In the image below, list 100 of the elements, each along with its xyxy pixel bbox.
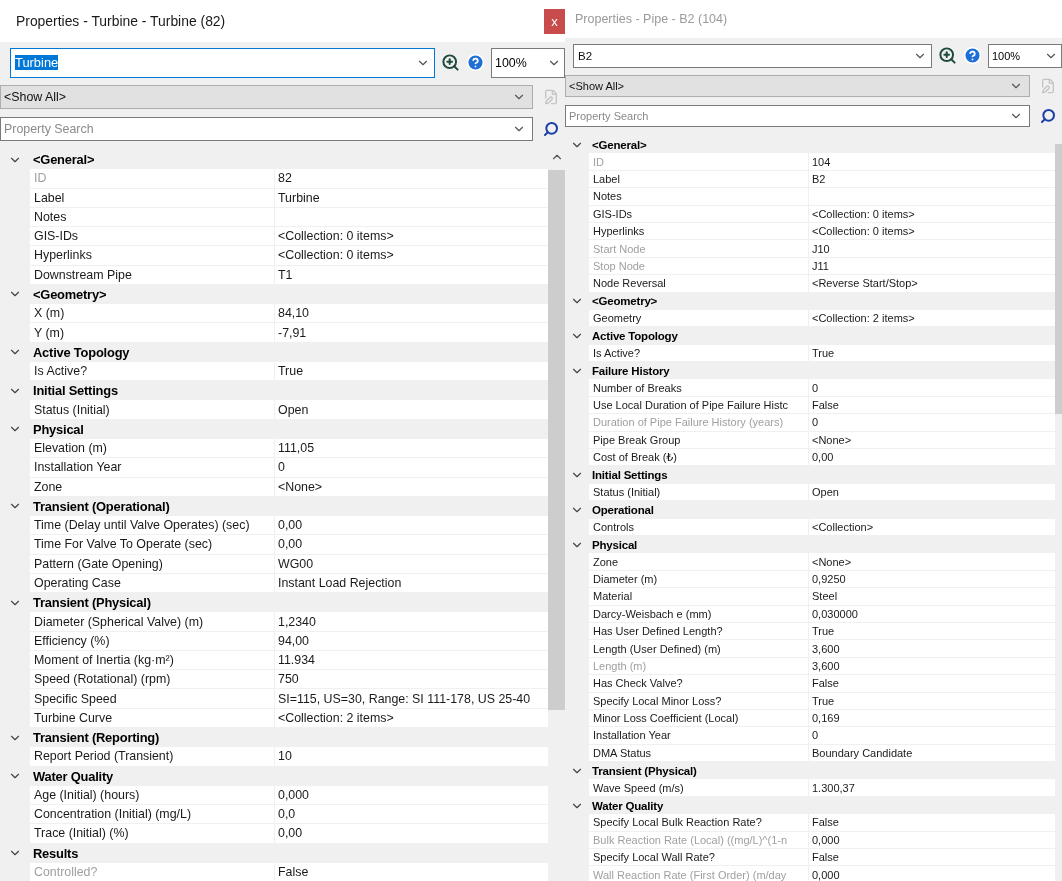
property-value[interactable]: False bbox=[809, 814, 1055, 832]
property-label: Installation Year bbox=[30, 458, 275, 478]
property-value[interactable]: <Collection: 0 items> bbox=[275, 246, 548, 266]
property-label: Zone bbox=[30, 477, 275, 497]
property-value[interactable]: 94,00 bbox=[275, 631, 548, 651]
property-label: Elevation (m) bbox=[30, 439, 275, 459]
window-title: Properties - Turbine - Turbine (82) bbox=[16, 13, 226, 29]
property-value[interactable]: 0 bbox=[809, 727, 1055, 745]
property-value[interactable]: 3,600 bbox=[809, 640, 1055, 658]
property-label: Report Period (Transient) bbox=[30, 747, 275, 767]
property-label: Trace (Initial) (%) bbox=[30, 824, 275, 844]
property-label: Concentration (Initial) (mg/L) bbox=[30, 805, 275, 825]
category-header[interactable]: Initial Settings bbox=[565, 466, 1055, 484]
property-label: Has Check Valve? bbox=[589, 675, 809, 693]
category-header[interactable]: <General> bbox=[0, 150, 548, 170]
category-header[interactable]: <Geometry> bbox=[0, 284, 548, 305]
property-label: Turbine Curve bbox=[30, 708, 275, 728]
property-value[interactable]: False bbox=[809, 849, 1055, 867]
zoom-in-icon[interactable] bbox=[441, 53, 460, 72]
property-label: Pattern (Gate Opening) bbox=[30, 554, 275, 574]
property-value[interactable]: 1.300,37 bbox=[809, 779, 1055, 797]
element-dropdown[interactable]: B2 bbox=[573, 43, 932, 68]
property-label: ID bbox=[30, 169, 275, 189]
help-icon[interactable] bbox=[466, 53, 485, 72]
window-title: Properties - Pipe - B2 (104) bbox=[575, 12, 728, 26]
property-value[interactable]: True bbox=[275, 361, 548, 382]
category-header[interactable]: Transient (Physical) bbox=[565, 762, 1055, 780]
category-header[interactable]: Initial Settings bbox=[0, 381, 548, 401]
property-label: Zone bbox=[589, 553, 809, 571]
property-label: Material bbox=[589, 588, 809, 606]
zoom-dropdown[interactable]: 100% bbox=[491, 47, 565, 78]
property-value[interactable]: 0,00 bbox=[809, 449, 1055, 467]
category-header[interactable]: Failure History bbox=[565, 362, 1055, 380]
property-value[interactable]: -7,91 bbox=[275, 323, 548, 343]
property-value[interactable]: Steel bbox=[809, 588, 1055, 606]
property-label: Operating Case bbox=[30, 573, 275, 594]
property-label: Time (Delay until Valve Operates) (sec) bbox=[30, 516, 275, 536]
property-value[interactable]: False bbox=[809, 675, 1055, 693]
property-search-field[interactable]: Property Search bbox=[565, 105, 1030, 127]
property-label: Installation Year bbox=[589, 727, 809, 745]
category-header[interactable]: Active Topology bbox=[0, 342, 548, 362]
category-header[interactable]: Transient (Physical) bbox=[0, 593, 548, 613]
property-value[interactable]: 10 bbox=[275, 747, 548, 767]
property-value[interactable]: 0,00 bbox=[275, 824, 548, 844]
zoom-in-icon[interactable] bbox=[938, 46, 957, 65]
property-value[interactable]: 11.934 bbox=[275, 650, 548, 671]
property-label: ID bbox=[589, 153, 809, 171]
property-value[interactable]: Instant Load Rejection bbox=[275, 573, 548, 594]
category-header[interactable]: Physical bbox=[0, 419, 548, 439]
property-value[interactable]: <None> bbox=[275, 477, 548, 497]
search-icon[interactable] bbox=[1040, 108, 1056, 124]
property-value[interactable]: SI=115, US=30, Range: SI 111-178, US 25-40 bbox=[275, 689, 548, 709]
category-header[interactable]: Water Quality bbox=[0, 766, 548, 786]
property-search-field[interactable]: Property Search bbox=[0, 117, 533, 141]
category-header[interactable]: Results bbox=[0, 843, 548, 863]
category-header[interactable]: Transient (Reporting) bbox=[0, 727, 548, 748]
property-label: X (m) bbox=[30, 304, 275, 324]
property-label: Notes bbox=[30, 207, 275, 228]
help-icon[interactable] bbox=[963, 46, 982, 65]
property-label: Notes bbox=[589, 188, 809, 206]
property-label: GIS-IDs bbox=[30, 227, 275, 247]
element-dropdown[interactable]: Turbine bbox=[10, 47, 435, 78]
property-value[interactable]: 84,10 bbox=[275, 304, 548, 324]
property-value[interactable]: Turbine bbox=[275, 188, 548, 208]
property-label: Node Reversal bbox=[589, 275, 809, 293]
zoom-dropdown[interactable]: 100% bbox=[988, 43, 1062, 68]
property-value[interactable]: 750 bbox=[275, 670, 548, 690]
property-value[interactable]: <Collection: 0 items> bbox=[275, 227, 548, 247]
property-label: Time For Valve To Operate (sec) bbox=[30, 535, 275, 555]
search-icon[interactable] bbox=[543, 121, 559, 137]
property-label: Efficiency (%) bbox=[30, 631, 275, 651]
property-value[interactable]: 0,0 bbox=[275, 805, 548, 825]
property-label: Start Node bbox=[589, 240, 809, 258]
category-header[interactable]: Transient (Operational) bbox=[0, 496, 548, 517]
property-value[interactable]: 0,00 bbox=[275, 535, 548, 555]
property-value[interactable]: 0,000 bbox=[275, 785, 548, 806]
property-value[interactable]: <None> bbox=[809, 553, 1055, 571]
filter-dropdown[interactable]: <Show All> bbox=[565, 75, 1030, 97]
property-value[interactable]: 0 bbox=[275, 458, 548, 478]
category-header[interactable]: <General> bbox=[565, 136, 1055, 154]
property-value[interactable]: 111,05 bbox=[275, 439, 548, 459]
category-header[interactable]: Active Topology bbox=[565, 327, 1055, 345]
property-value[interactable]: 0,00 bbox=[275, 516, 548, 536]
property-label: Is Active? bbox=[30, 361, 275, 382]
property-value[interactable]: <Collection: 2 items> bbox=[275, 708, 548, 728]
filter-dropdown[interactable]: <Show All> bbox=[0, 85, 533, 109]
category-header[interactable]: Operational bbox=[565, 501, 1055, 519]
property-value[interactable]: WG00 bbox=[275, 554, 548, 574]
property-value[interactable]: 1,2340 bbox=[275, 612, 548, 632]
property-value[interactable]: <Reverse Start/Stop> bbox=[809, 275, 1055, 293]
property-label: Wave Speed (m/s) bbox=[589, 779, 809, 797]
property-label: Number of Breaks bbox=[589, 379, 809, 397]
property-value[interactable]: T1 bbox=[275, 265, 548, 285]
property-label: Downstream Pipe bbox=[30, 265, 275, 285]
close-button[interactable]: x bbox=[544, 8, 565, 34]
property-value[interactable]: Open bbox=[275, 400, 548, 420]
property-value[interactable]: 0 bbox=[809, 379, 1055, 397]
property-label: Specify Local Wall Rate? bbox=[589, 849, 809, 867]
property-label: Label bbox=[30, 188, 275, 208]
property-label: Age (Initial) (hours) bbox=[30, 785, 275, 806]
